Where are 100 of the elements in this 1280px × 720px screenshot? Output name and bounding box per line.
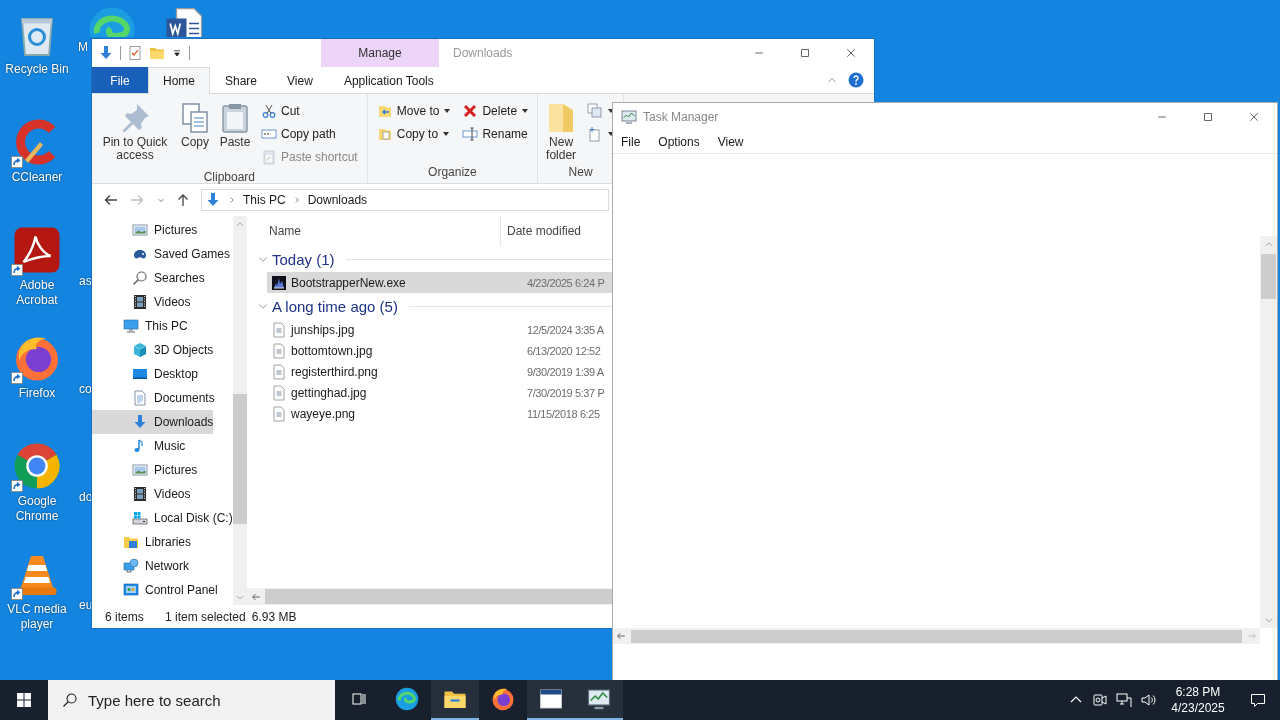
group-header[interactable]: Today (1) <box>272 250 335 268</box>
desktop-icon-label[interactable]: CCleaner <box>11 170 63 185</box>
file-row[interactable]: gettinghad.jpg 7/30/2019 5:37 P <box>267 382 612 403</box>
scroll-thumb[interactable] <box>1261 254 1276 299</box>
scroll-down-icon[interactable] <box>234 592 245 602</box>
ribbon-button[interactable]: Delete <box>460 100 531 122</box>
search-field[interactable]: Type here to search <box>48 680 335 720</box>
desktop-icon-label[interactable]: co <box>79 382 92 397</box>
file-row[interactable]: registerthird.png 9/30/2019 1:39 A <box>267 361 612 382</box>
nav-item[interactable]: Local Disk (C:) <box>92 506 233 530</box>
ribbon-button[interactable]: Pin to Quick access <box>96 98 174 162</box>
nav-item[interactable]: This PC <box>92 314 233 338</box>
file-date: 6/13/2020 12:52 <box>527 344 601 357</box>
desktop-icon <box>132 366 148 382</box>
browser-icon[interactable] <box>13 442 61 490</box>
ribbon-button[interactable]: New folder <box>542 98 581 162</box>
help-icon[interactable] <box>848 72 864 88</box>
file-row[interactable]: junships.jpg 12/5/2024 3:35 A <box>267 319 612 340</box>
taskbar-button[interactable] <box>527 680 575 720</box>
nav-item[interactable]: Documents <box>92 386 215 410</box>
folder-arrow-icon <box>376 103 393 119</box>
nav-item[interactable]: Control Panel <box>92 578 233 602</box>
forward-arrow-icon[interactable] <box>129 192 145 208</box>
download-icon[interactable] <box>98 45 114 61</box>
nav-item[interactable]: Searches <box>92 266 205 290</box>
nav-item[interactable]: Network <box>92 554 233 578</box>
desktop-icon-label[interactable]: Adobe Acrobat <box>1 278 73 308</box>
scrollbar[interactable] <box>247 588 612 605</box>
clock-time[interactable]: 6:28 PM <box>1175 684 1221 700</box>
caret-icon[interactable] <box>171 47 183 59</box>
ribbon-tab[interactable]: File <box>92 67 148 93</box>
file-icon <box>271 363 287 380</box>
address-bar[interactable]: This PC Downloads <box>201 189 609 211</box>
ribbon-button[interactable]: Paste <box>216 98 254 149</box>
scroll-left-icon[interactable] <box>616 631 626 641</box>
control-panel-icon <box>123 582 139 598</box>
scroll-thumb[interactable] <box>232 394 247 524</box>
file-row[interactable]: wayeye.png 11/15/2018 6:25 <box>267 403 612 424</box>
nav-item[interactable]: Pictures <box>92 458 198 482</box>
breadcrumb-item[interactable]: This PC <box>243 193 286 207</box>
scroll-down-icon[interactable] <box>1263 615 1274 625</box>
column-header[interactable]: Name <box>247 216 501 246</box>
desktop-icon-label[interactable]: as <box>79 274 92 289</box>
ribbon-group-label: New <box>567 165 594 181</box>
file-row[interactable]: bottomtown.jpg 6/13/2020 12:52 <box>267 340 612 361</box>
desktop-icon-label[interactable]: Recycle Bin <box>5 62 69 77</box>
column-header[interactable]: Date modified <box>501 224 582 238</box>
back-arrow-icon[interactable] <box>103 192 119 208</box>
properties-icon[interactable] <box>127 45 143 61</box>
desktop-icon-label[interactable]: M <box>78 40 88 55</box>
scroll-thumb[interactable] <box>265 589 612 604</box>
desktop-icon-label[interactable]: Firefox <box>18 386 56 401</box>
menu-item[interactable]: Options <box>653 135 705 149</box>
breadcrumb-item[interactable]: Downloads <box>307 193 368 207</box>
nav-item[interactable]: Music <box>92 434 186 458</box>
nav-item[interactable]: Desktop <box>92 362 199 386</box>
camera-icon[interactable] <box>1092 692 1108 708</box>
nav-item[interactable]: Videos <box>92 290 191 314</box>
ribbon-button[interactable]: Copy <box>176 98 214 149</box>
ribbon-tab[interactable]: View <box>272 67 328 93</box>
menu-item[interactable]: File <box>616 135 646 149</box>
ribbon-group-label: Clipboard <box>202 170 257 184</box>
rename-icon <box>462 126 479 142</box>
taskbar-button[interactable] <box>431 680 479 720</box>
ribbon-button[interactable]: Copy to <box>374 123 453 145</box>
ribbon-button[interactable]: Rename <box>460 123 531 145</box>
nav-item[interactable]: Saved Games <box>92 242 231 266</box>
scrollbar[interactable] <box>613 628 1260 644</box>
nav-item[interactable]: Pictures <box>92 218 198 242</box>
nav-item[interactable]: 3D Objects <box>92 338 214 362</box>
scroll-up-icon[interactable] <box>1263 239 1274 249</box>
download-icon <box>205 192 221 208</box>
network-icon[interactable] <box>1116 692 1132 708</box>
document-app-icon[interactable] <box>13 226 61 274</box>
ribbon-tab[interactable]: Share <box>210 67 273 93</box>
ribbon-tab[interactable]: Home <box>148 67 210 94</box>
taskbar-button[interactable] <box>575 680 623 720</box>
nav-item[interactable]: Downloads <box>92 410 214 434</box>
film-icon <box>132 294 148 310</box>
desktop-icon-label[interactable]: VLC media player <box>1 602 73 632</box>
ribbon-button[interactable]: Move to <box>374 100 453 122</box>
download-icon <box>132 414 148 430</box>
desktop-icon-label[interactable]: Google Chrome <box>1 494 73 524</box>
document-icon <box>132 390 148 406</box>
volume-icon[interactable] <box>1140 692 1156 708</box>
scroll-thumb[interactable] <box>631 629 1242 643</box>
scroll-up-icon[interactable] <box>234 219 245 229</box>
group-header[interactable]: A long time ago (5) <box>272 297 398 315</box>
nav-item[interactable]: Videos <box>92 482 191 506</box>
file-row[interactable]: BootstrapperNew.exe 4/23/2025 6:24 P <box>267 272 612 293</box>
menu-item[interactable]: View <box>712 135 749 149</box>
clock-date[interactable]: 4/23/2025 <box>1171 700 1225 716</box>
ribbon-button[interactable]: Cut <box>259 100 360 122</box>
folder-icon[interactable] <box>149 45 165 61</box>
nav-item[interactable]: Libraries <box>92 530 233 554</box>
scrollbar[interactable] <box>1260 236 1277 628</box>
scroll-right-icon[interactable] <box>1247 631 1257 641</box>
scrollbar[interactable] <box>232 216 247 605</box>
scroll-left-icon[interactable] <box>251 591 261 602</box>
ribbon-button[interactable]: Copy path <box>259 123 360 145</box>
